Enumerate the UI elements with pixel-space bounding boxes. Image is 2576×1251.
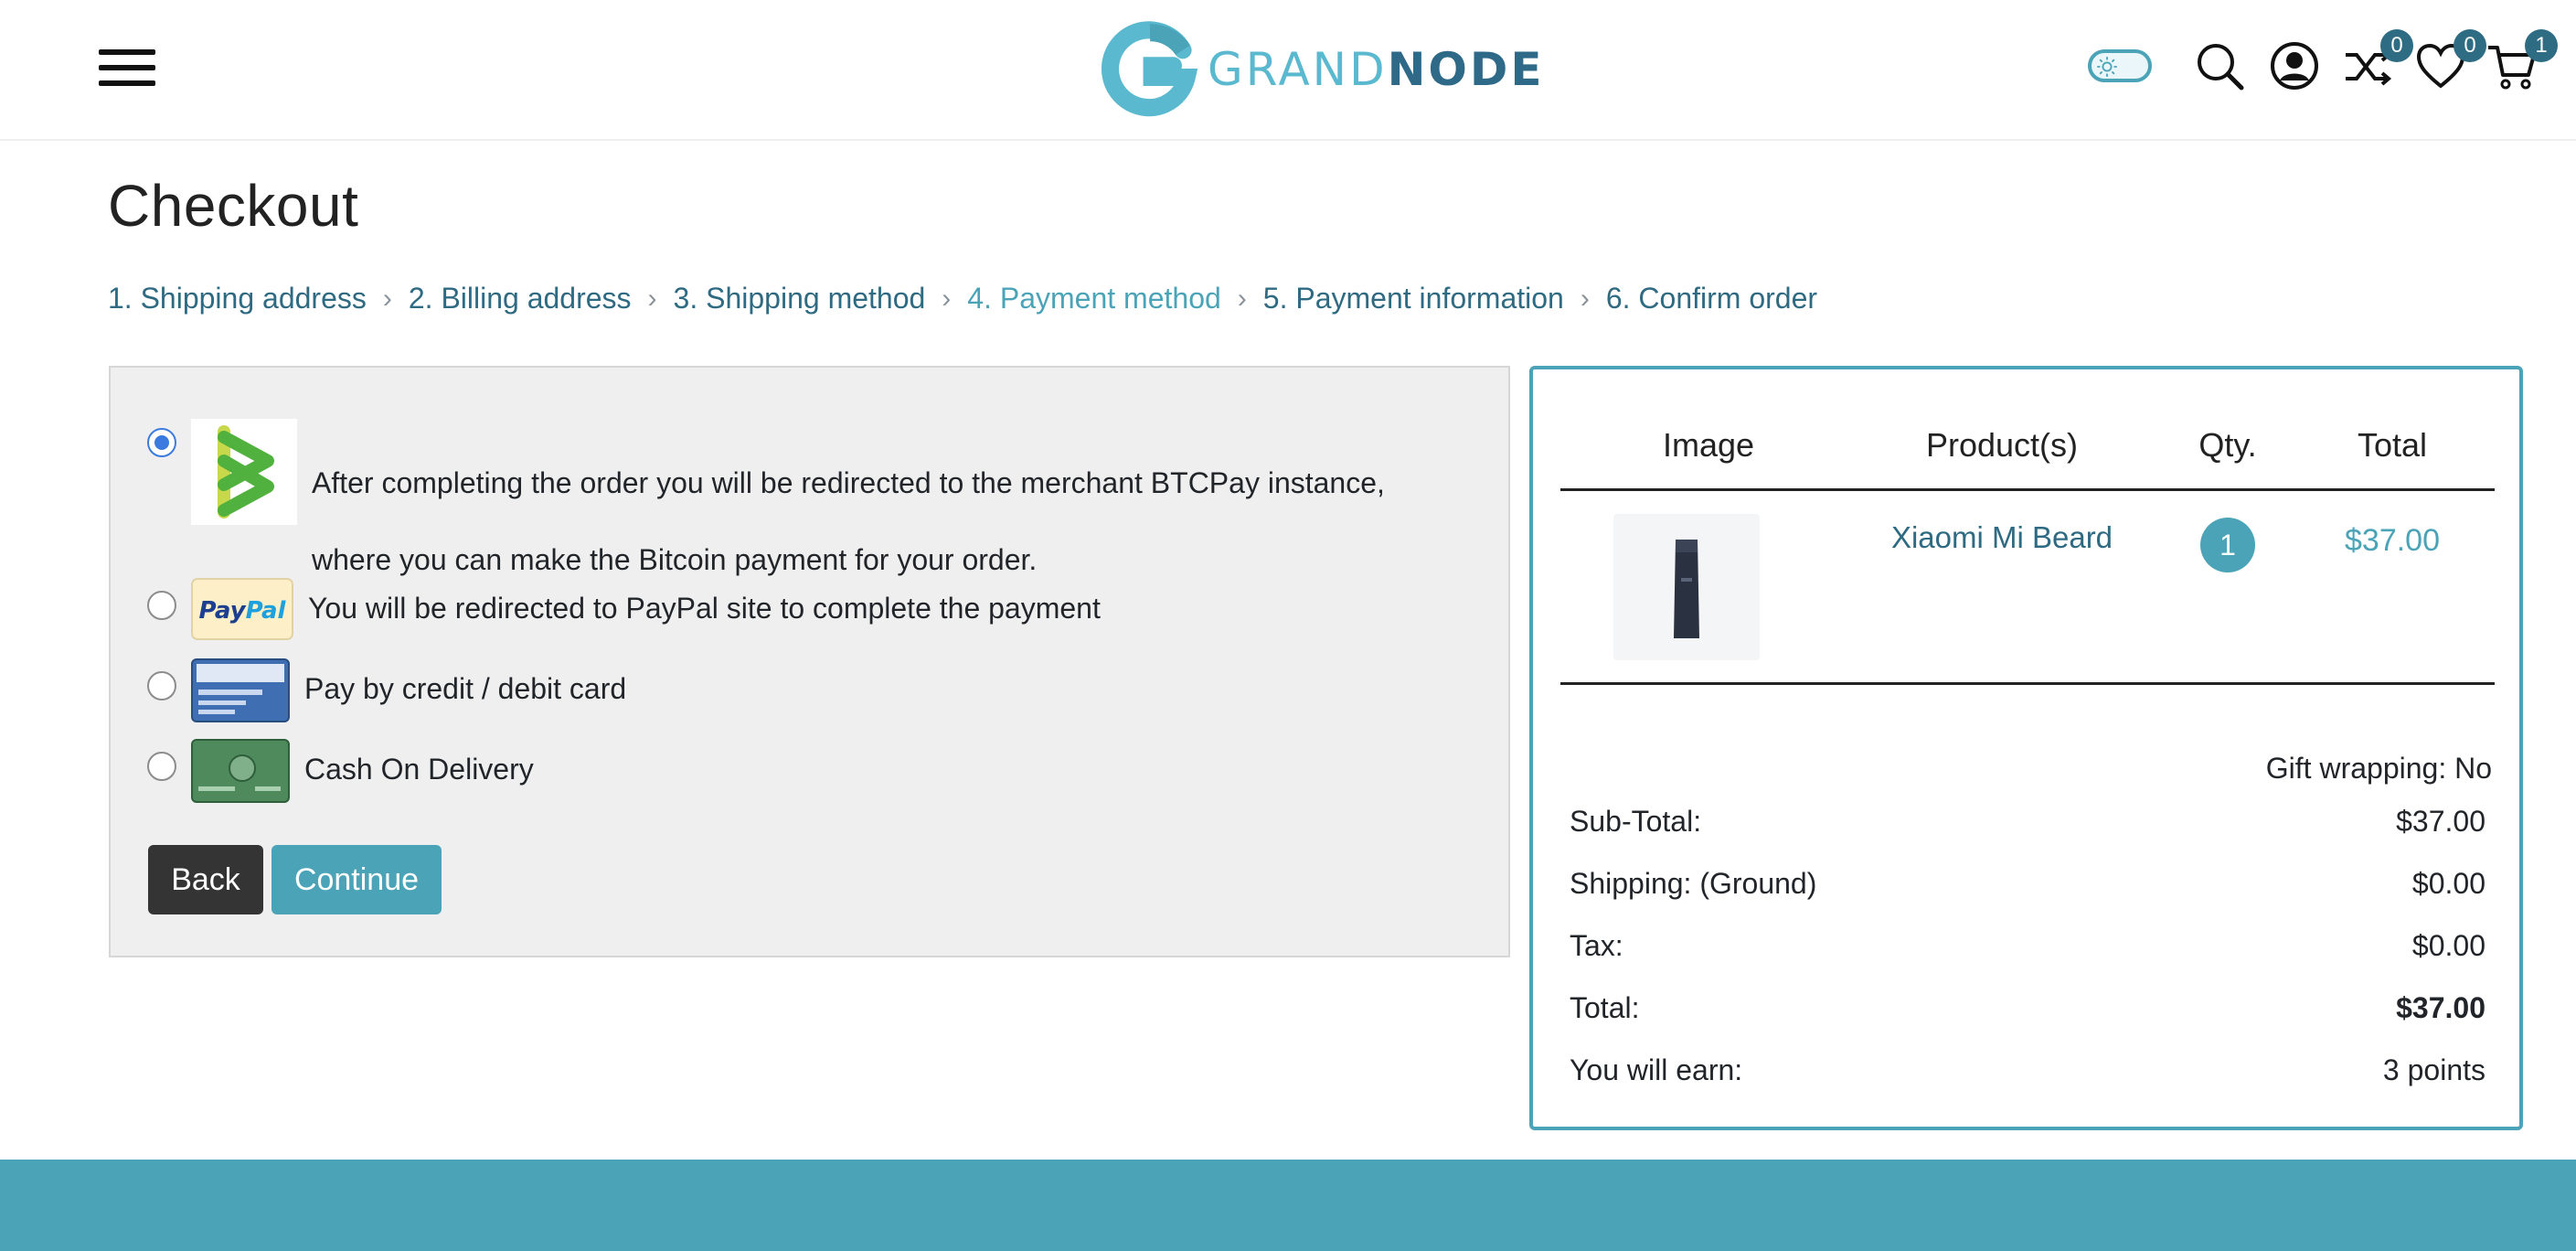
sun-icon — [2097, 57, 2117, 77]
product-name-link[interactable]: Xiaomi Mi Beard — [1880, 520, 2124, 555]
order-total-value: $37.00 — [2396, 991, 2486, 1024]
payment-method-paypal[interactable]: PayPal You will be redirected to PayPal … — [147, 578, 1101, 640]
payment-radio-card[interactable] — [147, 671, 176, 700]
payment-method-cod[interactable]: Cash On Delivery — [147, 739, 534, 803]
chevron-right-icon: › — [647, 283, 657, 314]
trimmer-product-image — [1674, 540, 1699, 638]
account-icon[interactable] — [2269, 40, 2320, 91]
payment-method-card[interactable]: Pay by credit / debit card — [147, 658, 627, 722]
payment-radio-btcpay[interactable] — [147, 428, 176, 457]
payment-methods-panel: After completing the order you will be r… — [109, 366, 1510, 957]
gift-wrapping-info: Gift wrapping: No — [2265, 752, 2492, 785]
compare-count-badge: 0 — [2380, 29, 2413, 62]
table-header-divider — [1560, 488, 2495, 491]
payment-desc-cod: Cash On Delivery — [304, 753, 534, 786]
credit-card-logo-icon — [191, 658, 290, 722]
chevron-right-icon: › — [1580, 283, 1590, 314]
chevron-right-icon: › — [1237, 283, 1247, 314]
payment-method-btcpay[interactable]: After completing the order you will be r… — [147, 419, 1464, 598]
order-total-row: Total: $37.00 — [1570, 991, 2486, 1025]
subtotal-label: Sub-Total: — [1570, 805, 1702, 838]
table-footer-divider — [1560, 682, 2495, 685]
subtotal-value: $37.00 — [2396, 805, 2486, 838]
column-header-image: Image — [1662, 426, 1755, 464]
grandnode-logo[interactable]: GRANDNODE — [1102, 20, 1545, 119]
site-header: GRANDNODE 0 0 1 — [0, 0, 2576, 141]
back-button[interactable]: Back — [148, 845, 263, 914]
step-payment-information[interactable]: 5. Payment information — [1263, 282, 1564, 315]
payment-desc-paypal: You will be redirected to PayPal site to… — [308, 592, 1101, 625]
wishlist-count-badge: 0 — [2454, 29, 2486, 62]
payment-radio-paypal[interactable] — [147, 591, 176, 620]
payment-desc-btcpay: After completing the order you will be r… — [312, 466, 1385, 576]
step-confirm-order[interactable]: 6. Confirm order — [1606, 282, 1817, 315]
column-header-qty: Qty. — [2198, 426, 2257, 464]
hamburger-menu-icon[interactable] — [99, 48, 155, 88]
shipping-value: $0.00 — [2411, 867, 2486, 900]
svg-text:PayPal: PayPal — [199, 597, 287, 625]
tax-value: $0.00 — [2411, 929, 2486, 962]
line-total: $37.00 — [2345, 523, 2440, 558]
chevron-right-icon: › — [382, 283, 392, 314]
step-shipping-address[interactable]: 1. Shipping address — [108, 282, 367, 315]
tax-row: Tax: $0.00 — [1570, 929, 2486, 963]
quantity-badge: 1 — [2200, 518, 2255, 572]
paypal-logo-icon: PayPal — [191, 578, 293, 640]
subtotal-row: Sub-Total: $37.00 — [1570, 805, 2486, 839]
order-total-label: Total: — [1570, 991, 1640, 1024]
search-icon[interactable] — [2194, 40, 2245, 91]
product-thumbnail[interactable] — [1613, 514, 1760, 660]
cash-card-logo-icon — [191, 739, 290, 803]
logo-mark-icon — [1102, 21, 1198, 117]
reward-points-label: You will earn: — [1570, 1053, 1743, 1086]
column-header-total: Total — [2357, 426, 2428, 464]
cart-count-badge: 1 — [2525, 29, 2558, 62]
reward-points-value: 3 points — [2382, 1053, 2486, 1086]
btcpay-logo-icon — [191, 419, 297, 525]
chevron-right-icon: › — [942, 283, 952, 314]
checkout-steps: 1. Shipping address › 2. Billing address… — [108, 282, 1817, 315]
reward-points-row: You will earn: 3 points — [1570, 1053, 2486, 1087]
page-title: Checkout — [108, 173, 359, 239]
site-footer — [0, 1160, 2576, 1251]
theme-toggle[interactable] — [2088, 49, 2152, 82]
tax-label: Tax: — [1570, 929, 1623, 962]
logo-text: GRANDNODE — [1208, 43, 1545, 96]
order-summary: Image Product(s) Qty. Total Xiaomi Mi Be… — [1529, 366, 2523, 1130]
payment-desc-card: Pay by credit / debit card — [304, 672, 627, 705]
shipping-label: Shipping: (Ground) — [1570, 867, 1817, 900]
step-payment-method[interactable]: 4. Payment method — [967, 282, 1220, 315]
step-shipping-method[interactable]: 3. Shipping method — [674, 282, 926, 315]
step-billing-address[interactable]: 2. Billing address — [409, 282, 632, 315]
continue-button[interactable]: Continue — [271, 845, 442, 914]
column-header-products: Product(s) — [1925, 426, 2079, 464]
payment-radio-cod[interactable] — [147, 752, 176, 781]
shipping-row: Shipping: (Ground) $0.00 — [1570, 867, 2486, 901]
